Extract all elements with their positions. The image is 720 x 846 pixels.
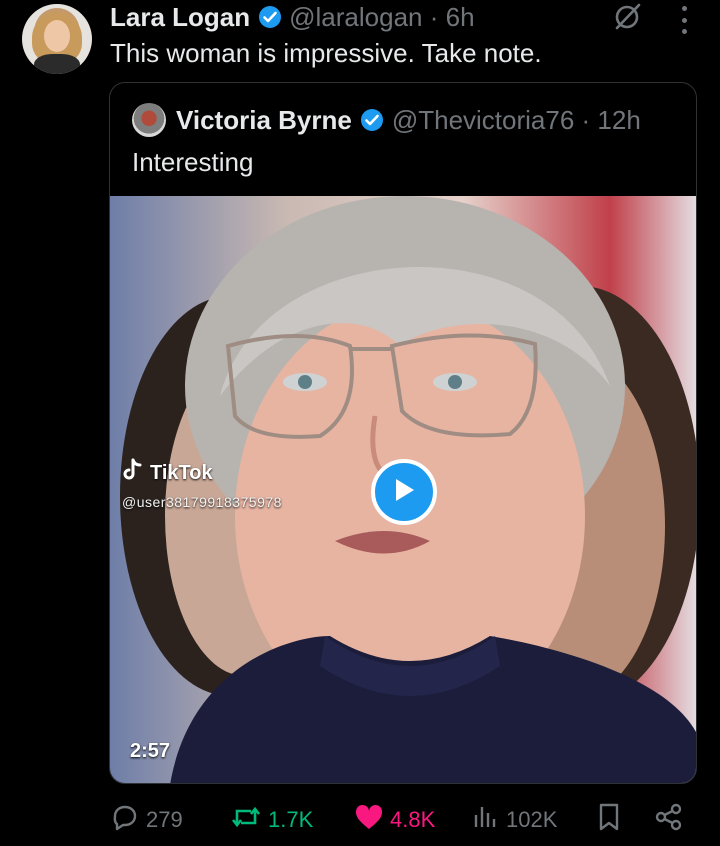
quoted-tweet[interactable]: Victoria Byrne @Thevictoria76 · 12h Inte… <box>109 82 697 784</box>
like-count: 4.8K <box>390 807 436 832</box>
repost-icon <box>230 802 262 838</box>
reply-count: 279 <box>146 807 183 832</box>
grok-icon[interactable] <box>612 2 642 32</box>
quoted-author-name[interactable]: Victoria Byrne <box>176 105 352 136</box>
repost-count: 1.7K <box>268 807 314 832</box>
tweet-text: This woman is impressive. Take note. <box>110 38 542 68</box>
views-icon <box>472 803 500 837</box>
like-button[interactable]: 4.8K <box>354 800 435 840</box>
author-avatar[interactable] <box>22 4 92 74</box>
more-icon[interactable] <box>674 6 694 34</box>
verified-badge-icon <box>258 5 282 29</box>
views-count: 102K <box>506 807 558 832</box>
tweet-header: Lara Logan @laralogan · 6h <box>110 0 475 34</box>
video-duration: 2:57 <box>130 740 171 762</box>
tiktok-username: @user38179918375978 <box>122 494 282 510</box>
views-button[interactable]: 102K <box>472 800 557 840</box>
reply-icon <box>110 802 140 838</box>
play-icon <box>391 476 417 509</box>
share-icon <box>654 802 684 838</box>
author-handle-time[interactable]: @laralogan · 6h <box>289 2 474 33</box>
author-name[interactable]: Lara Logan <box>110 2 250 33</box>
tiktok-icon <box>120 458 144 489</box>
tiktok-watermark: TikTok <box>120 458 213 489</box>
like-icon <box>354 803 384 837</box>
quoted-avatar[interactable] <box>132 103 166 137</box>
action-bar: 279 1.7K 4.8K 102K <box>0 800 720 840</box>
share-button[interactable] <box>654 800 684 840</box>
bookmark-button[interactable] <box>596 800 622 840</box>
verified-badge-icon <box>360 108 384 132</box>
quoted-handle-time[interactable]: @Thevictoria76 · 12h <box>392 105 641 136</box>
quoted-header: Victoria Byrne @Thevictoria76 · 12h <box>132 101 641 139</box>
quoted-text: Interesting <box>132 147 254 177</box>
play-button[interactable] <box>371 459 437 525</box>
bookmark-icon <box>596 802 622 838</box>
reply-button[interactable]: 279 <box>110 800 183 840</box>
repost-button[interactable]: 1.7K <box>230 800 313 840</box>
tiktok-label: TikTok <box>150 462 213 484</box>
video-player[interactable]: TikTok @user38179918375978 2:57 <box>110 196 696 783</box>
